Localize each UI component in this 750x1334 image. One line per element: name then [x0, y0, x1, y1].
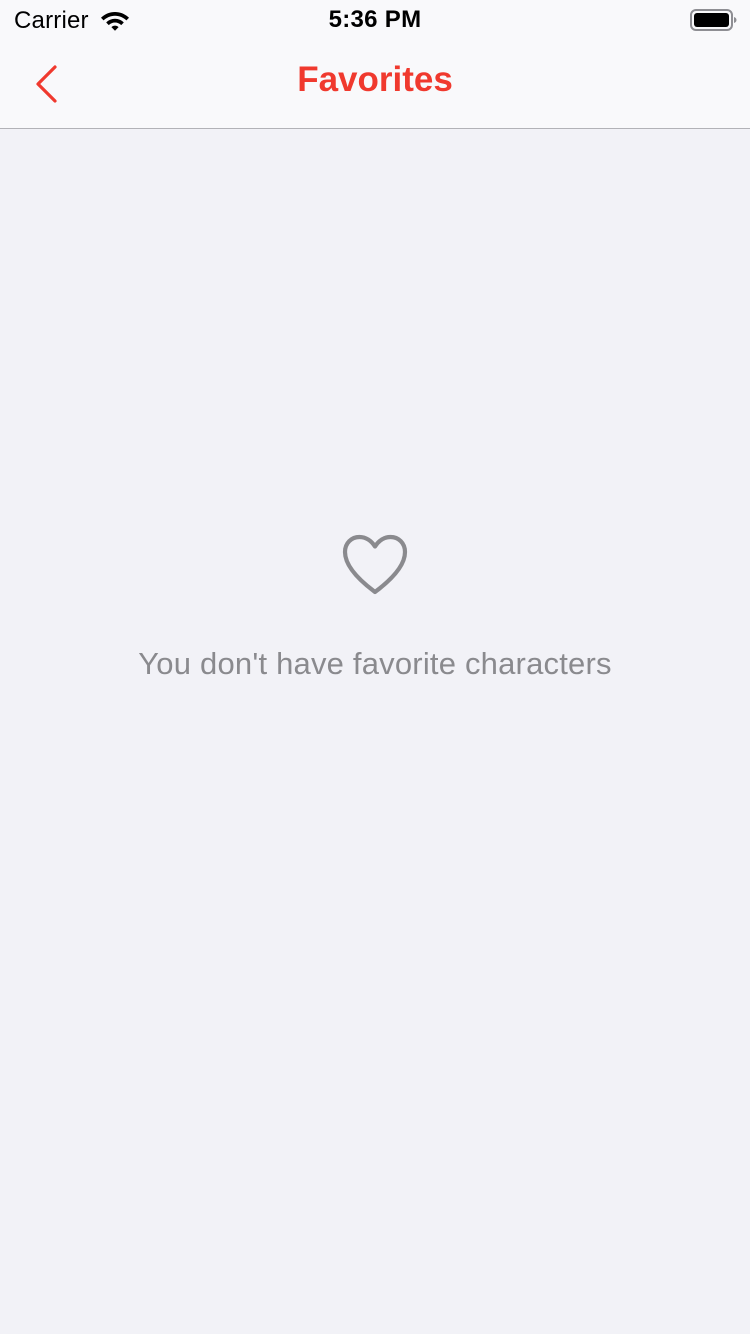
- status-bar: Carrier 5:36 PM: [0, 0, 750, 40]
- empty-state-message: You don't have favorite characters: [138, 646, 612, 681]
- empty-state: You don't have favorite characters: [0, 530, 750, 682]
- page-title: Favorites: [297, 60, 453, 99]
- clock: 5:36 PM: [328, 6, 422, 33]
- battery-icon: [690, 9, 737, 31]
- navigation-bar: Favorites: [0, 40, 750, 129]
- heart-outline-icon: [342, 534, 408, 595]
